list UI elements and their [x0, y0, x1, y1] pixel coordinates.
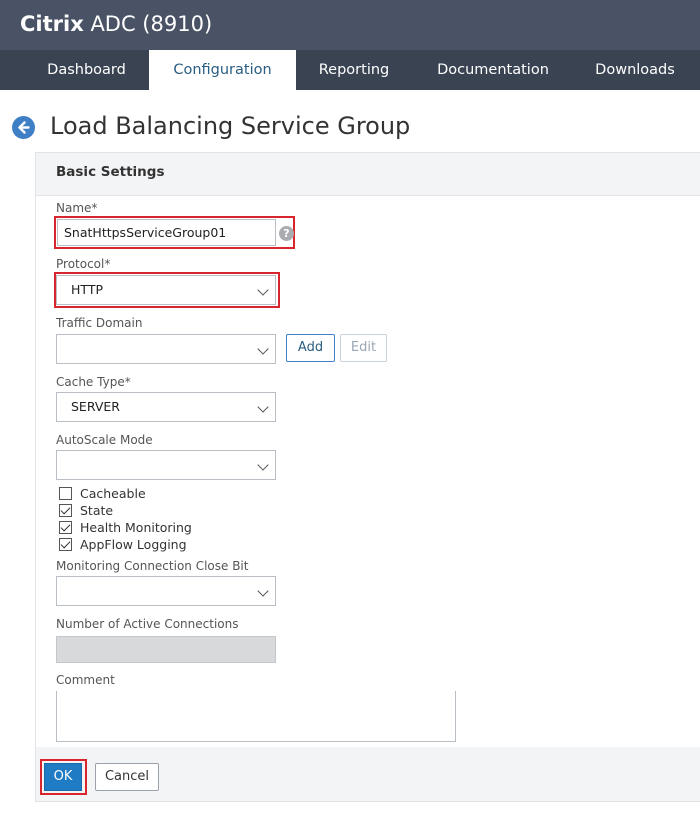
main-nav: Dashboard Configuration Reporting Docume… [0, 50, 700, 90]
tab-downloads[interactable]: Downloads [574, 50, 696, 90]
protocol-label: Protocol* [56, 257, 111, 271]
back-arrow-icon[interactable] [12, 116, 35, 139]
tab-documentation[interactable]: Documentation [412, 50, 574, 90]
name-label: Name* [56, 201, 98, 215]
autoscale-mode-label: AutoScale Mode [56, 433, 153, 447]
active-connections-label: Number of Active Connections [56, 617, 239, 631]
section-title: Basic Settings [56, 164, 165, 180]
brand-name: Citrix [20, 12, 84, 36]
tab-dashboard[interactable]: Dashboard [24, 50, 149, 90]
chevron-down-icon [257, 585, 269, 597]
chevron-down-icon [257, 401, 269, 413]
autoscale-mode-select[interactable] [56, 450, 276, 480]
chevron-down-icon [257, 459, 269, 471]
cache-type-value: SERVER [71, 399, 120, 414]
cacheable-checkbox[interactable] [59, 487, 72, 500]
health-monitoring-label: Health Monitoring [80, 520, 192, 535]
ok-button[interactable]: OK [44, 763, 82, 791]
protocol-value: HTTP [71, 282, 103, 297]
health-monitoring-checkbox[interactable] [59, 521, 72, 534]
traffic-domain-select[interactable] [56, 334, 276, 364]
comment-label: Comment [56, 673, 115, 687]
help-icon[interactable]: ? [279, 226, 294, 241]
active-connections-field [56, 636, 276, 663]
app-brand: Citrix ADC (8910) [20, 12, 212, 36]
chevron-down-icon [257, 343, 269, 355]
state-label: State [80, 503, 114, 518]
add-traffic-domain-button[interactable]: Add [286, 334, 335, 362]
monitoring-close-bit-label: Monitoring Connection Close Bit [56, 559, 249, 573]
comment-textarea[interactable] [56, 691, 456, 742]
tab-configuration[interactable]: Configuration [149, 50, 296, 90]
cacheable-label: Cacheable [80, 486, 146, 501]
app-header: Citrix ADC (8910) [0, 0, 700, 50]
tab-reporting[interactable]: Reporting [296, 50, 412, 90]
appflow-logging-label: AppFlow Logging [80, 537, 187, 552]
name-input[interactable]: SnatHttpsServiceGroup01 [57, 219, 276, 246]
chevron-down-icon [257, 284, 269, 296]
traffic-domain-label: Traffic Domain [56, 316, 143, 330]
cache-type-label: Cache Type* [56, 375, 131, 389]
protocol-select[interactable]: HTTP [56, 275, 276, 305]
cache-type-select[interactable]: SERVER [56, 392, 276, 422]
edit-traffic-domain-button[interactable]: Edit [340, 334, 387, 362]
cancel-button[interactable]: Cancel [95, 763, 159, 791]
monitoring-close-bit-select[interactable] [56, 576, 276, 606]
appflow-logging-checkbox[interactable] [59, 538, 72, 551]
brand-model: ADC (8910) [90, 12, 213, 36]
page-title: Load Balancing Service Group [50, 112, 411, 140]
state-checkbox[interactable] [59, 504, 72, 517]
